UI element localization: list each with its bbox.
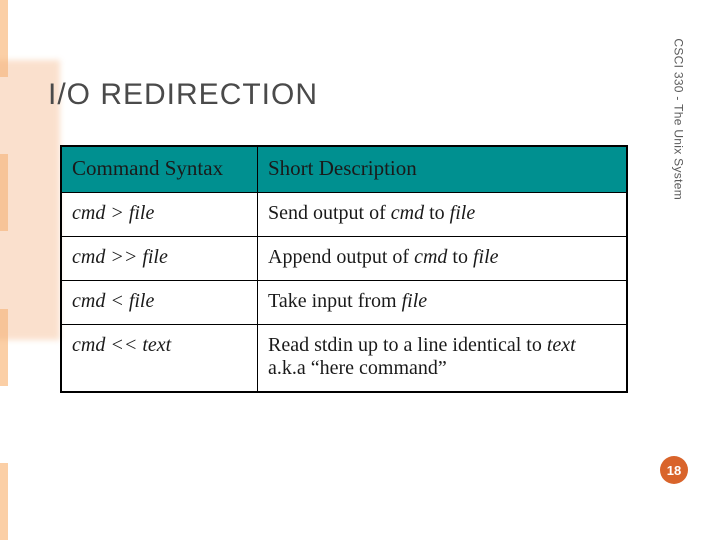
desc-cell: Send output of cmd to file <box>258 193 628 237</box>
syntax-cell: cmd << text <box>61 325 258 393</box>
table-row: cmd < file Take input from file <box>61 281 627 325</box>
table-row: cmd >> file Append output of cmd to file <box>61 237 627 281</box>
desc-italic: file <box>473 246 499 268</box>
desc-italic: file <box>450 202 476 224</box>
desc-italic: text <box>547 334 576 356</box>
col-header-syntax: Command Syntax <box>61 146 258 193</box>
desc-cell: Append output of cmd to file <box>258 237 628 281</box>
desc-italic: file <box>402 290 428 312</box>
desc-text: Read stdin up to a line identical to <box>268 334 547 356</box>
side-label: CSCI 330 - The Unix System <box>672 38 686 200</box>
desc-text: Take input from <box>268 290 402 312</box>
desc-cell: Take input from file <box>258 281 628 325</box>
desc-text: Send output of <box>268 202 391 224</box>
edge-seg <box>0 386 8 463</box>
table-row: cmd > file Send output of cmd to file <box>61 193 627 237</box>
page-number-badge: 18 <box>660 456 688 484</box>
table-row: cmd << text Read stdin up to a line iden… <box>61 325 627 393</box>
edge-seg <box>0 463 8 540</box>
syntax-cell: cmd >> file <box>61 237 258 281</box>
desc-italic: cmd <box>391 202 424 224</box>
page-title: I/O REDIRECTION <box>48 78 318 112</box>
desc-text: to <box>424 202 450 224</box>
table-header-row: Command Syntax Short Description <box>61 146 627 193</box>
desc-italic: cmd <box>414 246 447 268</box>
col-header-desc: Short Description <box>258 146 628 193</box>
syntax-cell: cmd < file <box>61 281 258 325</box>
slide: I/O REDIRECTION Command Syntax Short Des… <box>0 0 720 540</box>
desc-cell: Read stdin up to a line identical to tex… <box>258 325 628 393</box>
desc-text: to <box>447 246 473 268</box>
syntax-cell: cmd > file <box>61 193 258 237</box>
redirection-table: Command Syntax Short Description cmd > f… <box>60 145 628 393</box>
desc-text: Append output of <box>268 246 414 268</box>
desc-text: a.k.a “here command” <box>268 357 447 379</box>
